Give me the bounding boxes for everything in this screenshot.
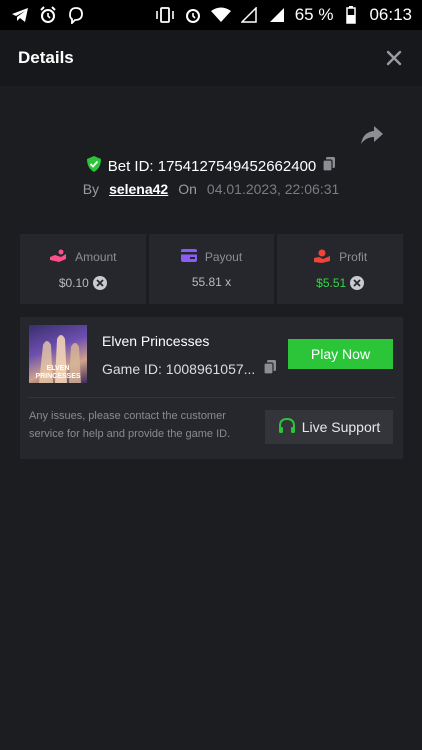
payout-card-icon	[180, 249, 197, 265]
status-bar: 65 % 06:13	[0, 0, 422, 30]
bet-id-row: Bet ID: 1754127549452662400	[0, 155, 422, 177]
play-now-button[interactable]: Play Now	[288, 339, 393, 369]
alarm-icon	[38, 5, 58, 25]
page-title: Details	[18, 48, 74, 67]
share-icon[interactable]	[360, 124, 384, 146]
vibrate-icon	[155, 5, 175, 25]
profit-value: $5.51	[316, 275, 347, 290]
battery-percent: 65 %	[294, 5, 334, 24]
on-label: On	[178, 181, 197, 197]
bet-id: Bet ID: 1754127549452662400	[107, 157, 317, 175]
close-icon[interactable]	[384, 48, 404, 68]
signal-empty-icon	[239, 5, 259, 25]
amount-value: $0.10	[58, 275, 89, 290]
by-label: By	[82, 181, 100, 197]
thumbnail-title: ELVEN PRINCESSES	[35, 365, 81, 380]
notification-icons	[10, 5, 86, 25]
game-id-row: Game ID: 1008961057...	[102, 359, 277, 378]
bet-meta-row: By selena42 On 04.01.2023, 22:06:31	[0, 181, 422, 197]
telegram-icon	[10, 5, 30, 25]
live-support-button[interactable]: Live Support	[265, 410, 393, 444]
divider	[28, 397, 395, 398]
shield-check-icon	[86, 155, 102, 177]
system-icons: 65 % 06:13	[155, 5, 412, 25]
alarm-status-icon	[183, 5, 203, 25]
amount-hand-icon	[49, 249, 67, 266]
profit-hand-icon	[313, 249, 331, 266]
profit-card: Profit $5.51	[277, 234, 404, 304]
clock: 06:13	[369, 5, 412, 24]
payout-value: 55.81 x	[191, 275, 232, 289]
bet-stats: Amount $0.10 Payout 55.81 x Profit $5.51	[20, 234, 404, 304]
profit-label: Profit	[339, 250, 368, 264]
currency-x-icon	[350, 275, 365, 290]
username-link[interactable]: selena42	[109, 181, 168, 197]
copy-game-id-icon[interactable]	[263, 359, 277, 378]
game-thumbnail[interactable]: ELVEN PRINCESSES	[29, 325, 87, 383]
wifi-icon	[210, 5, 231, 25]
currency-x-icon	[92, 275, 107, 290]
support-note: Any issues, please contact the customer …	[29, 410, 231, 440]
amount-card: Amount $0.10	[20, 234, 146, 304]
signal-icon	[267, 5, 287, 25]
game-title: Elven Princesses	[102, 333, 210, 349]
battery-icon	[341, 5, 361, 25]
payout-card: Payout 55.81 x	[148, 234, 275, 304]
payout-label: Payout	[204, 250, 243, 264]
live-support-label: Live Support	[301, 419, 381, 435]
details-header: Details	[0, 30, 422, 86]
copy-bet-id-icon[interactable]	[322, 156, 336, 176]
viber-icon	[66, 5, 86, 25]
headset-icon	[278, 417, 296, 438]
amount-label: Amount	[75, 250, 117, 264]
game-id: Game ID: 1008961057...	[102, 360, 256, 377]
game-card: ELVEN PRINCESSES Elven Princesses Game I…	[20, 317, 403, 459]
bet-date: 04.01.2023, 22:06:31	[206, 181, 340, 197]
